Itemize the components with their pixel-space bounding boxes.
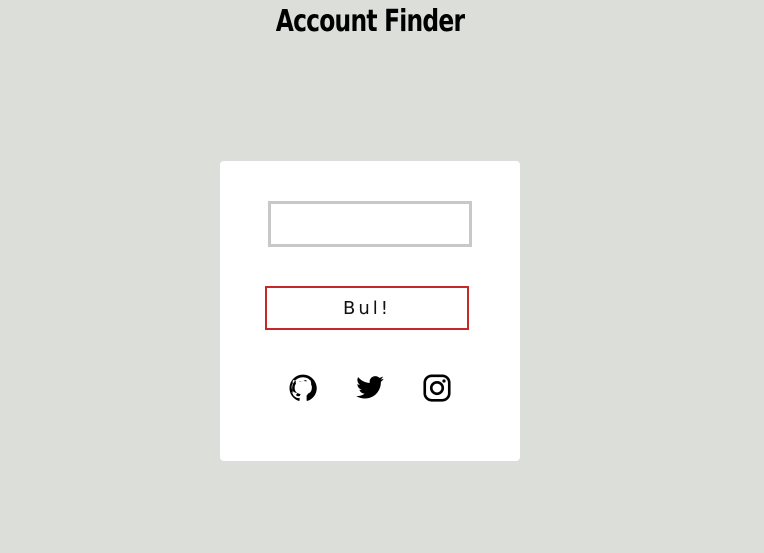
username-input[interactable] <box>268 201 472 247</box>
github-icon <box>289 374 317 401</box>
search-card: Bul! <box>220 161 520 461</box>
social-links <box>220 373 520 405</box>
page-title: Account Finder <box>275 4 465 39</box>
find-button[interactable]: Bul! <box>265 286 469 330</box>
twitter-link[interactable] <box>355 373 385 403</box>
instagram-icon <box>423 374 451 402</box>
instagram-link[interactable] <box>422 373 452 403</box>
twitter-icon <box>356 376 384 399</box>
github-link[interactable] <box>288 373 318 403</box>
